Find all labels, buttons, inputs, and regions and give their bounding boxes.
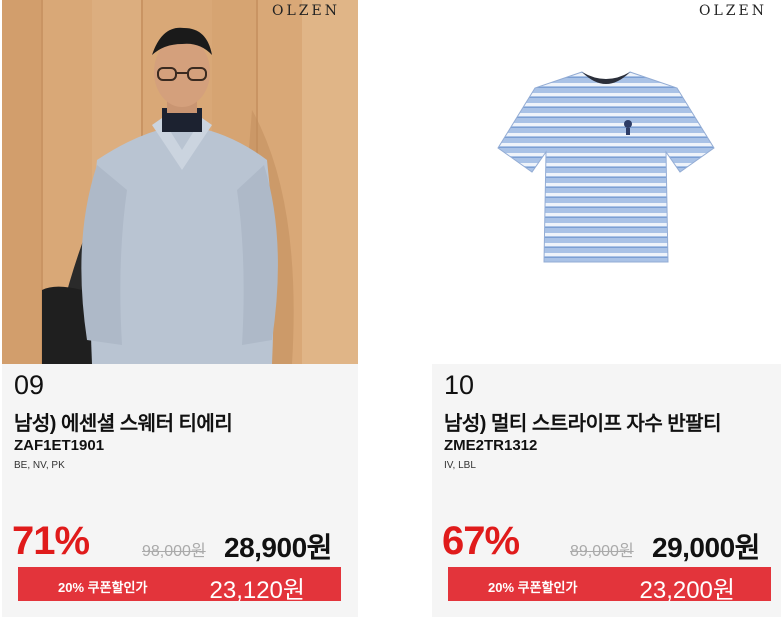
model-photo-illustration (2, 0, 358, 364)
discount-rate: 71% (12, 519, 90, 563)
sale-price: 28,900원 (224, 532, 332, 563)
product-code: ZAF1ET1901 (14, 437, 105, 454)
coupon-price-bar[interactable]: 20% 쿠폰할인가 23,120원 (18, 567, 341, 604)
original-price: 98,000원 (142, 543, 206, 560)
product-code: ZME2TR1312 (444, 437, 538, 454)
coupon-label: 20% 쿠폰할인가 (58, 580, 148, 595)
product-colors: IV, LBL (444, 460, 476, 471)
product-name[interactable]: 남성) 에센셜 스웨터 티에리 (14, 407, 233, 436)
discount-rate: 67% (442, 519, 520, 563)
coupon-label: 20% 쿠폰할인가 (488, 580, 578, 595)
product-card-1[interactable]: OLZEN 09 남성) 에센셜 스웨터 티에리 ZAF1ET1901 BE, … (2, 0, 358, 617)
coupon-price: 23,200원 (639, 577, 736, 604)
product-card-2[interactable]: OLZEN 10 남성) 멀티 스트라이프 자수 반팔티 ZME2TR1312 … (432, 0, 781, 617)
product-rank: 10 (444, 370, 475, 400)
sale-price: 29,000원 (652, 532, 760, 563)
coupon-price-bar[interactable]: 20% 쿠폰할인가 23,200원 (448, 567, 771, 604)
brand-logo: OLZEN (699, 3, 767, 19)
original-price: 89,000원 (570, 543, 634, 560)
brand-logo: OLZEN (272, 3, 340, 19)
product-colors: BE, NV, PK (14, 460, 65, 471)
product-rank: 09 (14, 370, 45, 400)
tshirt-photo-illustration (432, 0, 781, 364)
product-name[interactable]: 남성) 멀티 스트라이프 자수 반팔티 (444, 407, 722, 436)
product-image-model-sweater[interactable]: OLZEN (2, 0, 358, 364)
coupon-price: 23,120원 (209, 577, 306, 604)
product-image-striped-tshirt[interactable]: OLZEN (432, 0, 781, 364)
